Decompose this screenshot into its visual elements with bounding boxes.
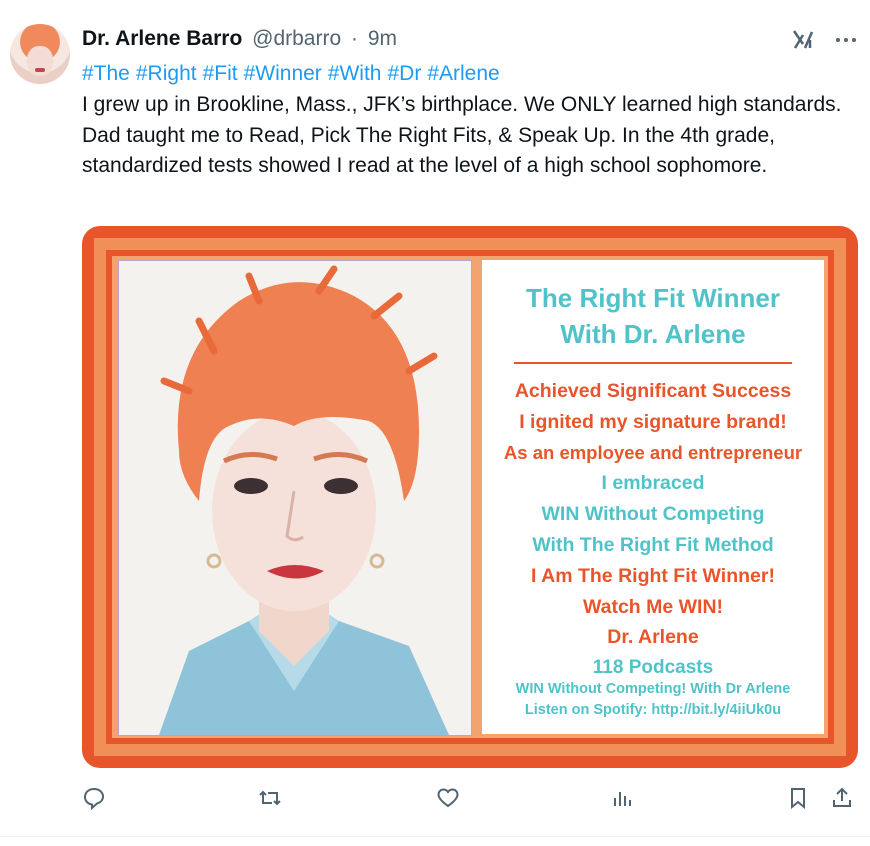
tweet-actions	[82, 786, 862, 820]
divider	[0, 836, 870, 837]
bookmark-icon[interactable]	[786, 786, 814, 814]
promo-line: Watch Me WIN!	[582, 595, 724, 618]
hashtag-link[interactable]: #Arlene	[427, 62, 499, 85]
tweet-header: Dr. Arlene Barro @drbarro · 9m	[82, 27, 397, 51]
portrait-photo	[118, 260, 472, 736]
promo-line: Achieved Significant Success	[514, 380, 792, 402]
promo-title-line: With Dr. Arlene	[560, 319, 746, 349]
hashtag-link[interactable]: #The	[82, 62, 130, 85]
reply-icon[interactable]	[82, 786, 110, 814]
share-icon[interactable]	[830, 786, 858, 814]
promo-line: I Am The Right Fit Winner!	[531, 564, 775, 587]
tweet-media-image[interactable]: The Right Fit Winner With Dr. Arlene Ach…	[82, 226, 858, 768]
promo-title: The Right Fit Winner With Dr. Arlene	[482, 280, 824, 352]
avatar-lips	[35, 68, 45, 72]
avatar[interactable]	[10, 24, 70, 84]
promo-title-line: The Right Fit Winner	[526, 283, 780, 313]
promo-line: I embraced	[601, 472, 705, 495]
promo-small-line: WIN Without Competing! With Dr Arlene	[515, 681, 791, 698]
hashtag-link[interactable]: #Dr	[387, 62, 421, 85]
promo-line: Dr. Arlene	[607, 626, 699, 649]
promo-line: As an employee and entrepreneur	[503, 441, 803, 463]
retweet-icon[interactable]	[258, 786, 286, 814]
tweet-text: I grew up in Brookline, Mass., JFK’s bir…	[82, 93, 842, 177]
promo-panel: The Right Fit Winner With Dr. Arlene Ach…	[482, 260, 824, 734]
promo-small-line: Listen on Spotify: http://bit.ly/4iiUk0u	[524, 702, 782, 719]
author-name[interactable]: Dr. Arlene Barro	[82, 27, 242, 50]
grok-icon[interactable]	[790, 26, 818, 54]
hashtag-link[interactable]: #Right	[136, 62, 197, 85]
views-icon[interactable]	[610, 786, 638, 814]
hashtag-row: #The #Right #Fit #Winner #With #Dr #Arlene	[82, 62, 506, 86]
more-icon[interactable]	[832, 28, 860, 52]
promo-line: WIN Without Competing	[541, 503, 765, 526]
divider	[514, 362, 792, 364]
podcast-count: 118 Podcasts	[592, 657, 714, 679]
promo-line: I ignited my signature brand!	[519, 410, 787, 433]
timestamp[interactable]: 9m	[368, 27, 397, 50]
hashtag-link[interactable]: #Fit	[203, 62, 238, 85]
author-handle[interactable]: @drbarro	[252, 27, 341, 50]
like-icon[interactable]	[436, 786, 464, 814]
promo-line: With The Right Fit Method	[532, 533, 774, 556]
hashtag-link[interactable]: #Winner	[244, 62, 322, 85]
hashtag-link[interactable]: #With	[328, 62, 382, 85]
separator: ·	[350, 27, 358, 50]
